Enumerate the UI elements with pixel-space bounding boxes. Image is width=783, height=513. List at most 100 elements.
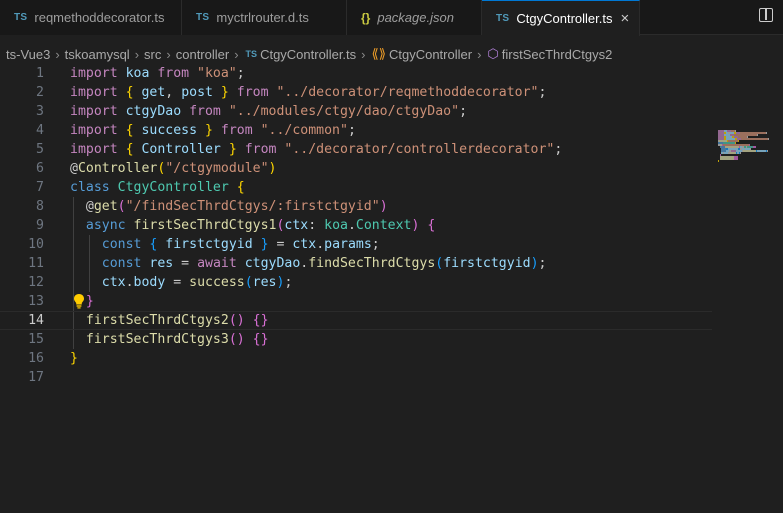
code-line[interactable]: 16} — [0, 349, 712, 368]
code-token: ( — [117, 199, 126, 214]
code-token: koa — [125, 66, 158, 81]
minimap-stroke — [718, 160, 719, 162]
code-token: from — [220, 123, 261, 138]
breadcrumb-item-project[interactable]: tskoamysql — [65, 47, 130, 62]
class-symbol-icon: ⟪⟫ — [371, 46, 386, 61]
line-number: 3 — [36, 104, 44, 119]
breadcrumb-item-src[interactable]: src — [144, 47, 161, 62]
code-token: "../modules/ctgy/dao/ctgyDao" — [228, 104, 460, 119]
tab-reqmethoddecorator[interactable]: TS reqmethoddecorator.ts — [0, 0, 182, 35]
minimap-stroke — [736, 158, 738, 160]
code-token: ; — [236, 66, 245, 81]
breadcrumb-item-controller[interactable]: controller — [176, 47, 229, 62]
code-token: { — [125, 123, 142, 138]
breadcrumb-item-method[interactable]: firstSecThrdCtgys2 — [502, 47, 613, 62]
typescript-file-icon: TS — [14, 12, 28, 23]
code-token: @ — [70, 199, 94, 214]
code-line[interactable]: 8 @get("/findSecThrdCtgys/:firstctgyid") — [0, 197, 712, 216]
minimap-stroke — [743, 150, 756, 152]
line-number: 7 — [36, 180, 44, 195]
breadcrumb-item-class[interactable]: CtgyController — [389, 47, 472, 62]
code-token: ; — [538, 85, 547, 100]
code-line[interactable]: 12 ctx.body = success(res); — [0, 273, 712, 292]
code-text: import koa from "koa"; — [70, 64, 245, 83]
code-token: ctgyDao — [125, 104, 190, 119]
code-line[interactable]: 17 — [0, 368, 712, 387]
code-line[interactable]: 4 import { success } from "../common"; — [0, 121, 712, 140]
code-text: firstSecThrdCtgys2() {} — [70, 312, 269, 329]
typescript-file-icon: TS — [496, 13, 510, 24]
code-editor[interactable]: 1 import koa from "koa"; 2 import { get, po… — [0, 64, 783, 513]
code-line[interactable]: 1 import koa from "koa"; — [0, 64, 712, 83]
code-token: Controller — [77, 161, 158, 176]
minimap-stroke — [720, 158, 734, 160]
code-line[interactable]: 7 class CtgyController { — [0, 178, 712, 197]
line-number: 1 — [36, 66, 44, 81]
code-token: "../decorator/reqmethoddecorator" — [276, 85, 539, 100]
code-line[interactable]: 13 } — [0, 292, 712, 311]
minimap[interactable] — [718, 130, 780, 170]
code-token: Controller — [141, 142, 229, 157]
chevron-right-icon: › — [477, 46, 482, 62]
code-line[interactable]: 6 @Controller("/ctgymodule") — [0, 159, 712, 178]
code-line[interactable]: 5 import { Controller } from "../decorato… — [0, 140, 712, 159]
code-text: import { Controller } from "../decorator… — [70, 140, 562, 159]
code-token: {} — [252, 332, 269, 347]
code-text: @Controller("/ctgymodule") — [70, 159, 276, 178]
breadcrumb-item-file[interactable]: CtgyController.ts — [260, 47, 356, 62]
code-text: import { success } from "../common"; — [70, 121, 356, 140]
code-token: firstSecThrdCtgys1 — [133, 218, 277, 233]
chevron-right-icon: › — [55, 46, 60, 62]
code-token: from — [236, 85, 277, 100]
code-line[interactable]: 9 async firstSecThrdCtgys1(ctx: koa.Cont… — [0, 216, 712, 235]
minimap-stroke — [766, 132, 767, 134]
close-icon[interactable]: × — [620, 11, 629, 26]
code-text: ctx.body = success(res); — [70, 273, 293, 292]
line-number: 4 — [36, 123, 44, 138]
line-number: 14 — [28, 313, 44, 328]
tab-ctgycontroller[interactable]: TS CtgyController.ts × — [482, 0, 640, 36]
split-editor-icon[interactable] — [759, 8, 773, 22]
code-token: {} — [252, 313, 269, 328]
line-number: 10 — [28, 237, 44, 252]
code-token: koa — [324, 218, 348, 233]
code-token: body — [133, 275, 174, 290]
code-token: { — [149, 237, 166, 252]
vertical-scrollbar[interactable] — [779, 128, 783, 513]
code-token: success — [189, 275, 245, 290]
code-token: } — [228, 142, 245, 157]
code-token: { — [427, 218, 436, 233]
line-number: 13 — [28, 294, 44, 309]
code-token: . — [347, 218, 356, 233]
tab-myctrlrouter[interactable]: TS myctrlrouter.d.ts — [182, 0, 347, 35]
code-line[interactable]: 15 firstSecThrdCtgys3() {} — [0, 330, 712, 349]
code-token: } — [205, 123, 221, 138]
code-token: . — [316, 237, 325, 252]
chevron-right-icon: › — [166, 46, 171, 62]
code-line[interactable]: 11 const res = await ctgyDao.findSecThrd… — [0, 254, 712, 273]
code-token: "../common" — [260, 123, 348, 138]
breadcrumb-item-workspace[interactable]: ts-Vue3 — [6, 47, 50, 62]
line-number: 17 — [28, 370, 44, 385]
code-token: ; — [459, 104, 468, 119]
code-token: ) — [530, 256, 539, 271]
code-token: res — [149, 256, 182, 271]
code-line[interactable]: 10 const { firstctgyid } = ctx.params; — [0, 235, 712, 254]
code-token: import — [70, 142, 126, 157]
breadcrumb: ts-Vue3 › tskoamysql › src › controller … — [0, 44, 700, 64]
code-token: firstSecThrdCtgys3 — [85, 332, 229, 347]
code-line[interactable]: 3 import ctgyDao from "../modules/ctgy/da… — [0, 102, 712, 121]
line-number: 9 — [36, 218, 44, 233]
tab-package-json[interactable]: {} package.json — [347, 0, 482, 35]
minimap-stroke — [738, 140, 739, 142]
code-token: { — [125, 85, 142, 100]
code-line[interactable]: 14 firstSecThrdCtgys2() {} — [0, 311, 712, 330]
code-token: } — [85, 294, 94, 309]
minimap-stroke — [767, 150, 768, 152]
typescript-file-icon: TS — [245, 49, 258, 59]
code-text: class CtgyController { — [70, 178, 245, 197]
tab-label: reqmethoddecorator.ts — [34, 10, 165, 25]
code-line[interactable]: 2 import { get, post } from "../decorator… — [0, 83, 712, 102]
